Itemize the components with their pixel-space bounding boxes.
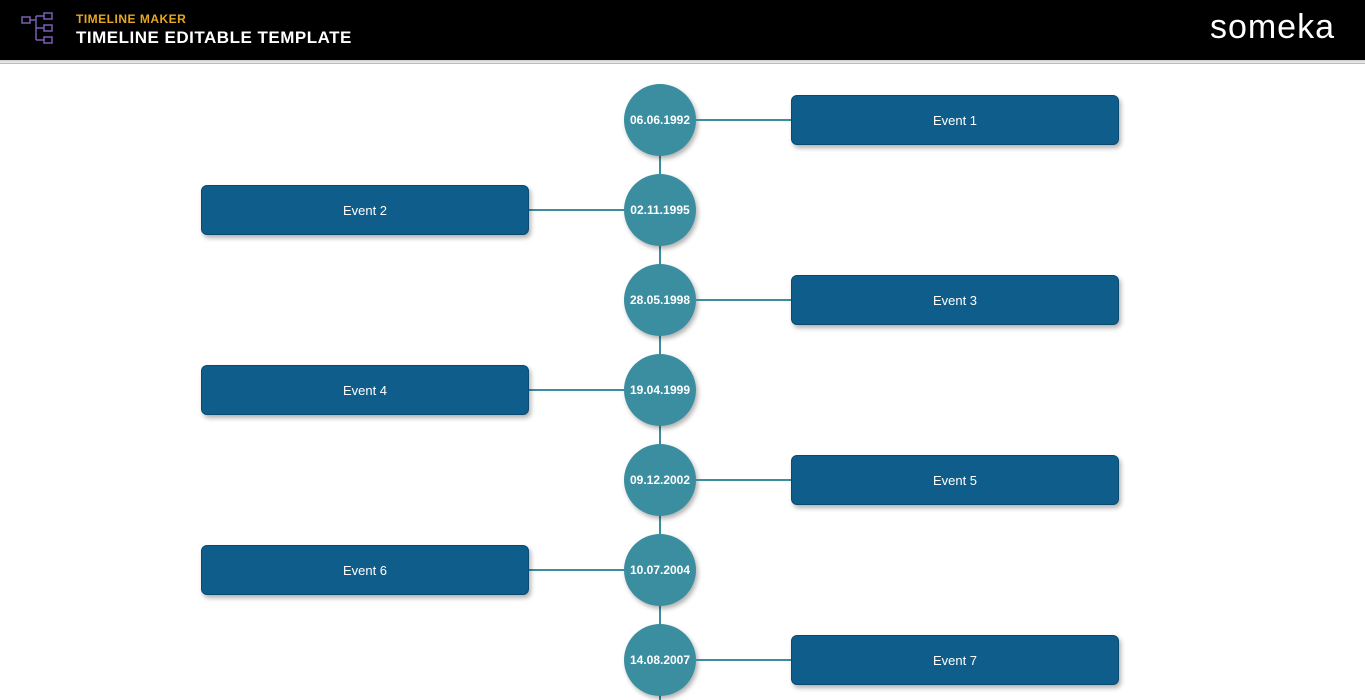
timeline-event-box[interactable]: Event 1 xyxy=(791,95,1119,145)
timeline-node-date: 09.12.2002 xyxy=(630,473,690,487)
app-header: TIMELINE MAKER TIMELINE EDITABLE TEMPLAT… xyxy=(0,0,1365,60)
timeline-node-date: 02.11.1995 xyxy=(630,203,689,217)
timeline-event-label: Event 1 xyxy=(933,113,977,128)
timeline-event-label: Event 5 xyxy=(933,473,977,488)
timeline-node[interactable]: 28.05.1998 xyxy=(624,264,696,336)
timeline-node-date: 06.06.1992 xyxy=(630,113,690,127)
timeline-event-label: Event 3 xyxy=(933,293,977,308)
timeline-node-date: 10.07.2004 xyxy=(630,563,690,577)
timeline-node[interactable]: 09.12.2002 xyxy=(624,444,696,516)
timeline-event-box[interactable]: Event 3 xyxy=(791,275,1119,325)
timeline-event-box[interactable]: Event 5 xyxy=(791,455,1119,505)
timeline-node-date: 28.05.1998 xyxy=(630,293,690,307)
timeline-event-box[interactable]: Event 2 xyxy=(201,185,529,235)
timeline-event-label: Event 2 xyxy=(343,203,387,218)
header-subtitle: TIMELINE MAKER xyxy=(76,12,352,26)
header-titles: TIMELINE MAKER TIMELINE EDITABLE TEMPLAT… xyxy=(76,12,352,48)
timeline-node-date: 14.08.2007 xyxy=(630,653,690,667)
timeline-node[interactable]: 10.07.2004 xyxy=(624,534,696,606)
timeline-connector xyxy=(696,299,791,301)
timeline-node[interactable]: 14.08.2007 xyxy=(624,624,696,696)
timeline-connector xyxy=(529,569,624,571)
timeline-event-label: Event 6 xyxy=(343,563,387,578)
timeline-event-box[interactable]: Event 4 xyxy=(201,365,529,415)
timeline-event-box[interactable]: Event 6 xyxy=(201,545,529,595)
timeline-event-label: Event 4 xyxy=(343,383,387,398)
brand-logo: someka xyxy=(1210,8,1335,47)
timeline-node[interactable]: 06.06.1992 xyxy=(624,84,696,156)
header-title: TIMELINE EDITABLE TEMPLATE xyxy=(76,28,352,48)
timeline-node-date: 19.04.1999 xyxy=(630,383,690,397)
timeline-node[interactable]: 02.11.1995 xyxy=(624,174,696,246)
timeline-connector xyxy=(696,479,791,481)
timeline-event-box[interactable]: Event 7 xyxy=(791,635,1119,685)
timeline-event-label: Event 7 xyxy=(933,653,977,668)
timeline-connector xyxy=(696,119,791,121)
timeline-connector xyxy=(529,209,624,211)
timeline-canvas: 06.06.1992 Event 1 02.11.1995 Event 2 28.05.… xyxy=(0,64,1365,696)
hierarchy-icon xyxy=(20,11,58,49)
timeline-connector xyxy=(696,659,791,661)
timeline-node[interactable]: 19.04.1999 xyxy=(624,354,696,426)
header-left: TIMELINE MAKER TIMELINE EDITABLE TEMPLAT… xyxy=(20,11,352,49)
timeline-connector xyxy=(529,389,624,391)
